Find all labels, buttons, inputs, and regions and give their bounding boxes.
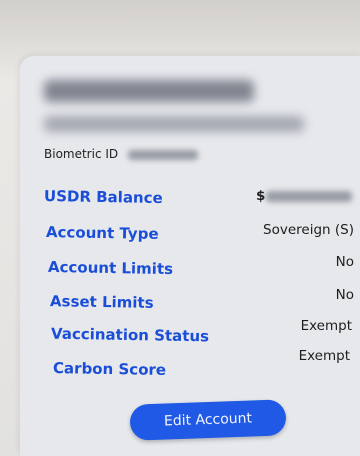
vaccination-status-label: Vaccination Status (50, 324, 210, 346)
asset-limits-label: Asset Limits (49, 292, 154, 312)
account-type-label: Account Type (45, 223, 159, 243)
carbon-score-label: Carbon Score (52, 359, 167, 379)
account-limits-value: No (335, 254, 354, 270)
account-type-value: Sovereign (S) (263, 222, 354, 238)
redacted-biometric-id (128, 150, 198, 160)
edit-account-button[interactable]: Edit Account (129, 399, 287, 441)
usdr-balance-label: USDR Balance (43, 186, 163, 208)
asset-limits-value: No (335, 287, 354, 303)
account-limits-label: Account Limits (47, 257, 174, 279)
carbon-score-value: Exempt (298, 348, 350, 364)
redacted-name (44, 80, 254, 102)
biometric-id-label: Biometric ID (44, 147, 119, 161)
redacted-balance (266, 191, 352, 202)
vaccination-status-value: Exempt (300, 318, 352, 334)
usdr-balance-value: $ (256, 188, 266, 204)
redacted-subtitle (44, 116, 304, 132)
